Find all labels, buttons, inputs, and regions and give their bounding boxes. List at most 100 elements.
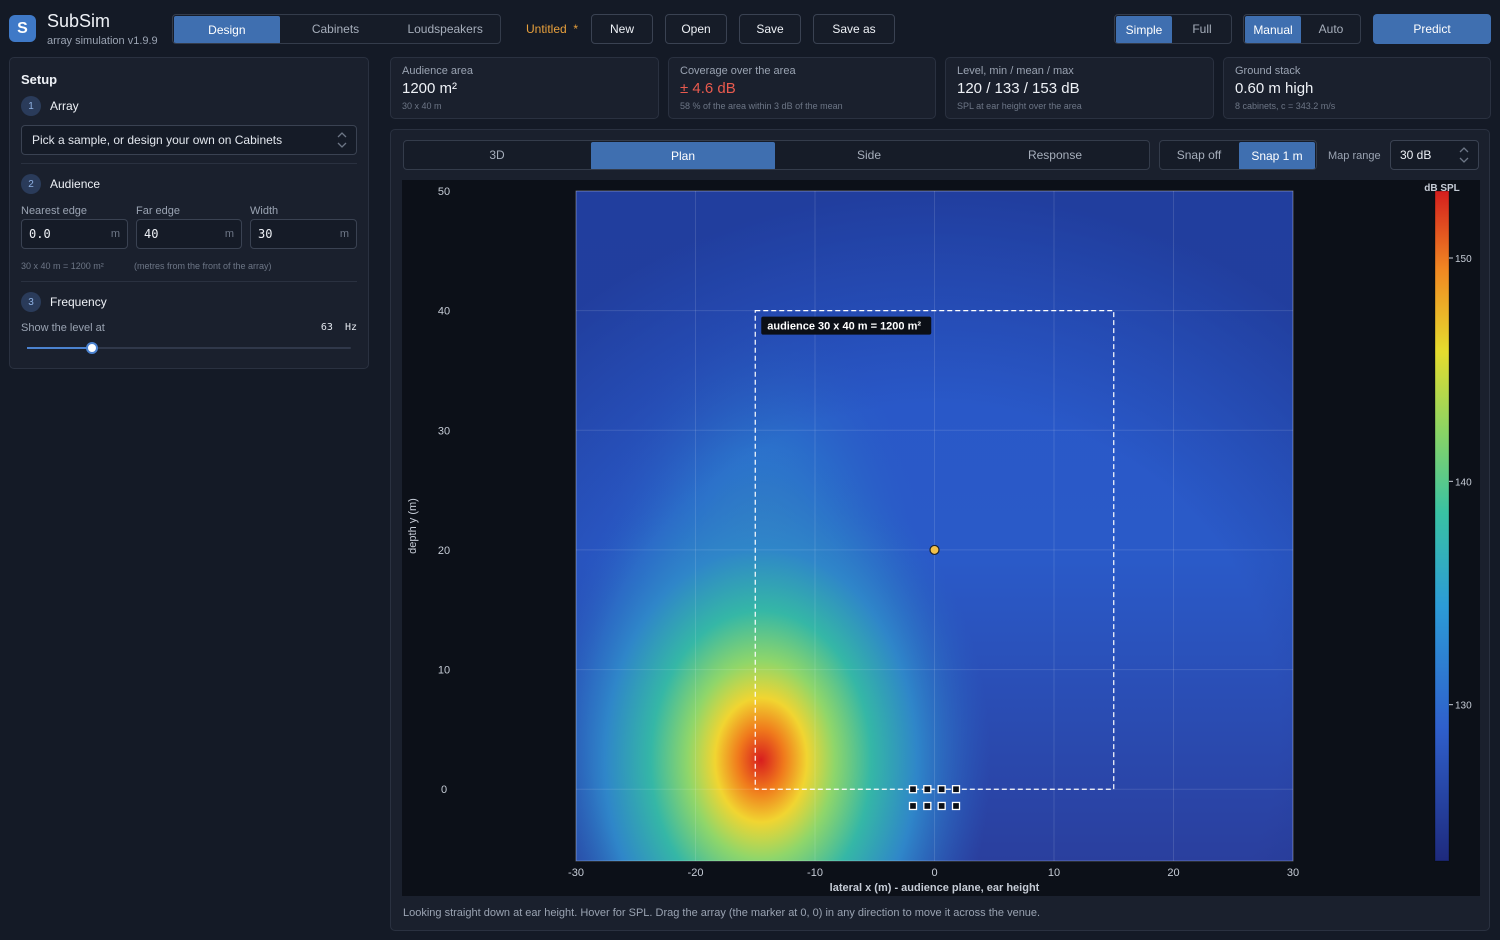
updown-chevron-icon xyxy=(1459,147,1469,163)
array-cabinet-marker[interactable] xyxy=(937,785,946,794)
field-value: 40 xyxy=(144,227,159,241)
new-button[interactable]: New xyxy=(591,14,653,44)
y-tick-label: 50 xyxy=(438,186,450,198)
field-unit: m xyxy=(224,228,234,240)
colorbar-tick-label: 140 xyxy=(1455,477,1472,488)
field-value: 0.0 xyxy=(29,227,51,241)
step-audience: 2 Audience xyxy=(21,174,100,194)
tab-design[interactable]: Design xyxy=(174,16,280,43)
map-range-select[interactable]: 30 dB xyxy=(1390,140,1479,170)
stat-audience-area: Audience area 1200 m² 30 x 40 m xyxy=(390,57,659,119)
colorbar-tick-label: 130 xyxy=(1455,701,1472,712)
frequency-unit: Hz xyxy=(344,322,357,333)
audience-area-label: audience 30 x 40 m = 1200 m² xyxy=(767,321,921,333)
tab-cabinets[interactable]: Cabinets xyxy=(281,15,391,43)
snap-1m[interactable]: Snap 1 m xyxy=(1239,142,1315,169)
select-value: Pick a sample, or design your own on Cab… xyxy=(32,133,283,147)
app-logo: S xyxy=(9,15,36,42)
field-unit: m xyxy=(110,228,120,240)
divider xyxy=(21,281,357,282)
width-input[interactable]: 30 m xyxy=(250,219,357,249)
solve-auto[interactable]: Auto xyxy=(1302,15,1360,43)
snap-toggle: Snap off Snap 1 m xyxy=(1159,140,1317,170)
snap-off[interactable]: Snap off xyxy=(1160,141,1238,169)
tab-response[interactable]: Response xyxy=(962,141,1148,169)
colorbar-title: dB SPL xyxy=(1424,183,1460,194)
stat-value: 0.60 m high xyxy=(1235,80,1314,97)
tab-loudspeakers[interactable]: Loudspeakers xyxy=(390,15,500,43)
frequency-label: Show the level at xyxy=(21,322,105,334)
array-cabinet-marker[interactable] xyxy=(908,801,918,811)
stat-label: Coverage over the area xyxy=(680,65,796,77)
tab-side[interactable]: Side xyxy=(776,141,962,169)
app-version: array simulation v1.9.9 xyxy=(47,35,158,47)
solve-manual[interactable]: Manual xyxy=(1245,16,1301,43)
array-cabinet-marker[interactable] xyxy=(951,785,961,794)
stat-coverage: Coverage over the area ± 4.6 dB 58 % of … xyxy=(668,57,936,119)
stat-sub: SPL at ear height over the area xyxy=(957,101,1082,111)
open-button[interactable]: Open xyxy=(665,14,727,44)
divider xyxy=(21,163,357,164)
select-value: 30 dB xyxy=(1400,148,1432,162)
array-cabinet-marker[interactable] xyxy=(908,785,918,794)
colorbar: dB SPL 150 140 130 xyxy=(1424,183,1472,862)
array-cabinet-marker[interactable] xyxy=(923,801,932,811)
nearest-edge-input[interactable]: 0.0 m xyxy=(21,219,128,249)
document-title: Untitled xyxy=(526,22,567,36)
x-tick-label: -20 xyxy=(688,867,704,879)
x-tick-label: 20 xyxy=(1167,867,1179,879)
step-label: Frequency xyxy=(50,295,107,309)
stat-sub: 30 x 40 m xyxy=(402,101,442,111)
step-number: 2 xyxy=(21,174,41,194)
colorbar-tick-label: 150 xyxy=(1455,254,1472,265)
area-note: 30 x 40 m = 1200 m² xyxy=(21,261,104,271)
stat-sub: 58 % of the area within 3 dB of the mean xyxy=(680,101,843,111)
mode-toggle: Simple Full xyxy=(1114,14,1232,44)
field-unit: m xyxy=(339,228,349,240)
step-number: 3 xyxy=(21,292,41,312)
plan-view[interactable]: -30 -20 -10 0 10 20 30 0 10 20 30 40 50 lateral x (m)… xyxy=(402,180,1480,896)
array-cabinet-marker[interactable] xyxy=(923,785,932,794)
nearest-edge-label: Nearest edge xyxy=(21,205,88,217)
field-value: 30 xyxy=(258,227,273,241)
tab-3d[interactable]: 3D xyxy=(404,141,590,169)
spl-map[interactable]: -30 -20 -10 0 10 20 30 0 10 20 30 40 50 lateral x (m)… xyxy=(402,180,1480,896)
save-button[interactable]: Save xyxy=(739,14,801,44)
slider-fill xyxy=(27,347,92,349)
array-cabinet-marker[interactable] xyxy=(951,801,961,811)
array-sample-select[interactable]: Pick a sample, or design your own on Cab… xyxy=(21,125,357,155)
app-title: SubSim xyxy=(47,11,111,31)
far-edge-input[interactable]: 40 m xyxy=(136,219,242,249)
save-as-button[interactable]: Save as xyxy=(813,14,895,44)
top-bar: S SubSim array simulation v1.9.9 Design … xyxy=(0,0,1500,56)
stat-level: Level, min / mean / max 120 / 133 / 153 … xyxy=(945,57,1214,119)
map-range-label: Map range xyxy=(1328,150,1381,162)
predict-button[interactable]: Predict xyxy=(1373,14,1491,44)
mode-full[interactable]: Full xyxy=(1173,15,1231,43)
audience-hint: (metres from the front of the array) xyxy=(134,261,272,271)
frequency-value: 63 xyxy=(320,322,333,333)
y-tick-label: 0 xyxy=(441,784,447,796)
mode-simple[interactable]: Simple xyxy=(1116,16,1172,43)
x-tick-label: -10 xyxy=(807,867,823,879)
x-tick-label: 0 xyxy=(931,867,937,879)
modified-marker: * xyxy=(573,22,579,36)
stat-value: 1200 m² xyxy=(402,80,458,97)
array-cabinet-marker[interactable] xyxy=(937,801,946,811)
view-tabs: 3D Plan Side Response xyxy=(403,140,1150,170)
view-panel: 3D Plan Side Response Snap off Snap 1 m … xyxy=(390,129,1490,931)
tab-plan[interactable]: Plan xyxy=(591,142,775,169)
document-name: Untitled * xyxy=(526,22,578,36)
view-caption: Looking straight down at ear height. Hov… xyxy=(403,907,1041,919)
step-label: Audience xyxy=(50,177,101,191)
setup-panel: Setup 1 Array Pick a sample, or design y… xyxy=(9,57,369,369)
far-edge-label: Far edge xyxy=(136,205,181,217)
frequency-slider[interactable] xyxy=(27,342,351,354)
y-axis-label: depth y (m) xyxy=(407,498,419,554)
x-axis-label: lateral x (m) - audience plane, ear heig… xyxy=(830,882,1040,894)
slider-thumb[interactable] xyxy=(85,342,98,354)
y-tick-label: 20 xyxy=(438,545,450,557)
y-tick-label: 30 xyxy=(438,425,450,437)
probe-marker xyxy=(929,544,940,556)
stat-value: 120 / 133 / 153 dB xyxy=(957,80,1080,97)
